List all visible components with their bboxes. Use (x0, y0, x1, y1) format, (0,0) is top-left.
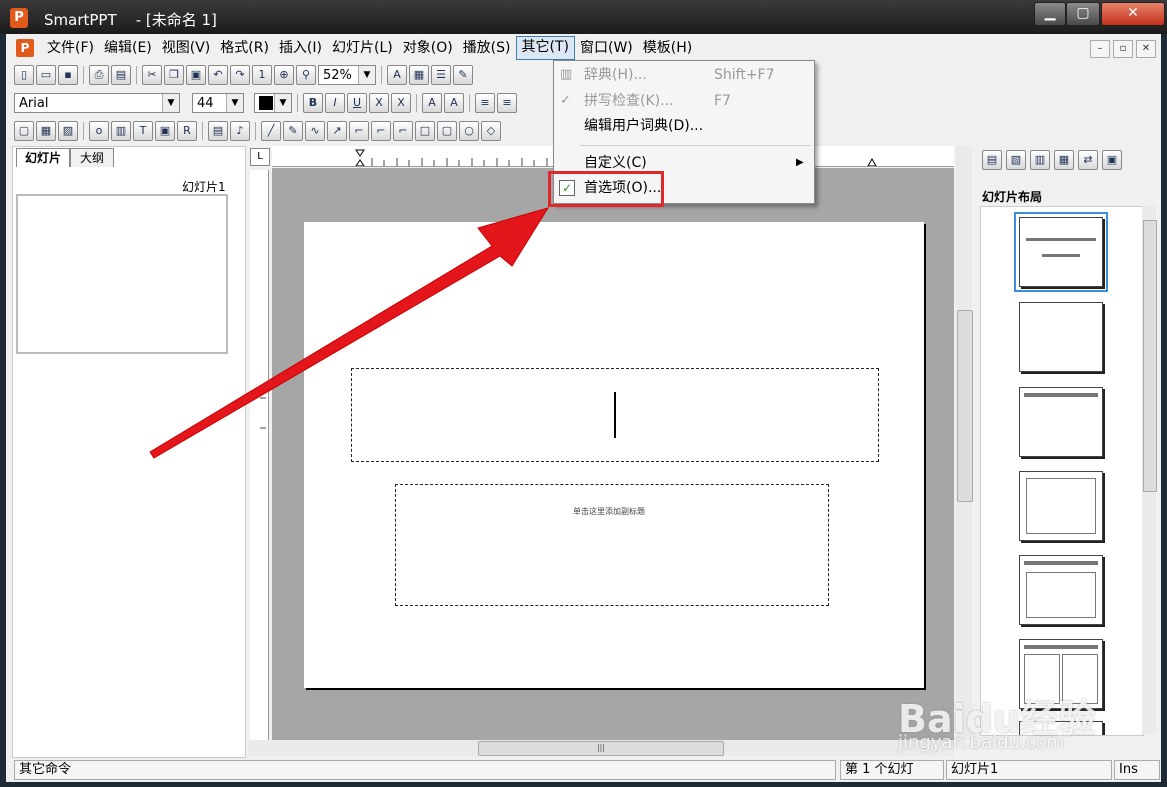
red-arrow-icon (149, 207, 550, 459)
annotation-arrow (149, 207, 550, 459)
watermark-url: jingyan.baidu.com (898, 732, 1065, 753)
